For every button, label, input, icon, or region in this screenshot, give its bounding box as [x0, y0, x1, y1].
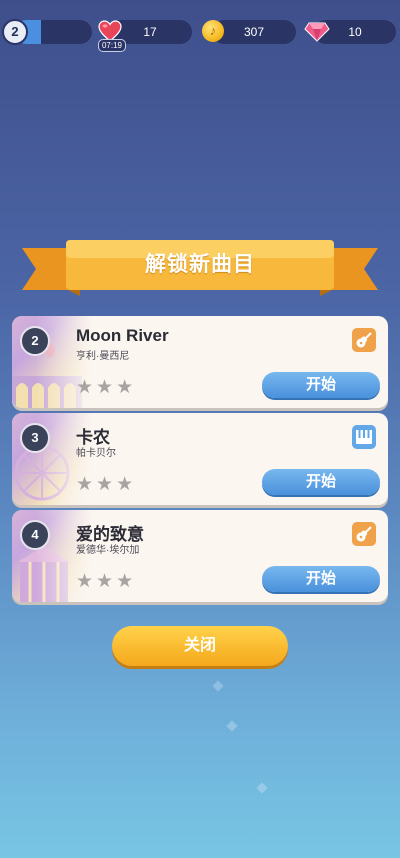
song-number-badge: 2 — [20, 326, 50, 356]
start-button[interactable]: 开始 — [262, 469, 380, 495]
star-rating: ★★★ — [76, 571, 137, 592]
sparkle-decoration — [256, 782, 268, 794]
song-title: Moon River — [76, 326, 169, 345]
song-card-canon: 3 卡农 帕卡贝尔 ★★★ 开始 — [12, 413, 388, 505]
song-artist: 爱德华·埃尔加 — [76, 545, 140, 556]
banner-title: 解锁新曲目 — [145, 253, 255, 276]
song-card-salut-d-amour: 4 爱的致意 爱德华·埃尔加 ★★★ 开始 — [12, 510, 388, 602]
gem-icon — [304, 22, 330, 42]
start-button[interactable]: 开始 — [262, 372, 380, 398]
coins-count: 307 — [243, 25, 265, 39]
piano-icon — [352, 425, 376, 449]
guitar-icon — [352, 522, 376, 546]
coin-icon: ♪ — [202, 20, 224, 42]
sparkle-decoration — [212, 680, 224, 692]
level-badge: 2 — [2, 19, 28, 45]
sparkle-decoration — [226, 720, 238, 732]
song-number-badge: 3 — [20, 423, 50, 453]
star-rating: ★★★ — [76, 474, 137, 495]
song-artist: 亨利·曼西尼 — [76, 351, 130, 362]
coins-pill[interactable]: 307 — [212, 20, 296, 44]
song-artist: 帕卡贝尔 — [76, 448, 116, 459]
star-rating: ★★★ — [76, 377, 137, 398]
song-card-moon-river: 2 Moon River 亨利·曼西尼 ★★★ 开始 — [12, 316, 388, 408]
start-button[interactable]: 开始 — [262, 566, 380, 592]
lives-timer: 07:19 — [98, 39, 126, 52]
guitar-icon — [352, 328, 376, 352]
song-number-badge: 4 — [20, 520, 50, 550]
close-button[interactable]: 关闭 — [112, 626, 288, 666]
